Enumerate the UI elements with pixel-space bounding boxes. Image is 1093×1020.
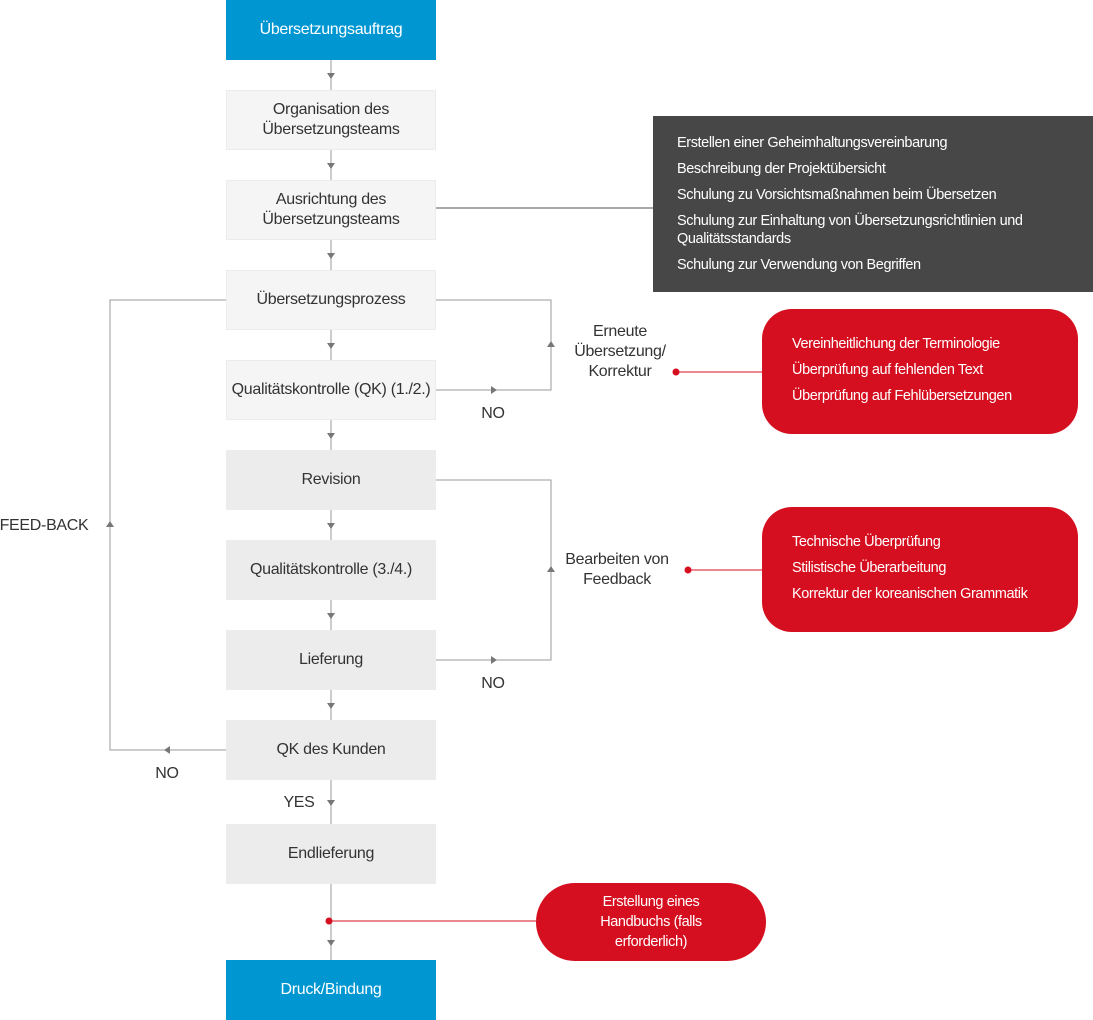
step-team-organisation: Organisation des Übersetzungsteams (226, 90, 436, 150)
feedback-notes: Technische Überprüfung Stilistische Über… (762, 507, 1078, 632)
step-team-alignment: Ausrichtung des Übersetzungsteams (226, 180, 436, 240)
no-label: NO (155, 765, 179, 782)
arrow-down-icon (327, 253, 335, 259)
note-item: Stilistische Überarbeitung (792, 560, 947, 576)
arrow-down-icon (327, 613, 335, 619)
step-qc-3-4: Qualitätskontrolle (3./4.) (226, 540, 436, 600)
arrow-down-icon (327, 163, 335, 169)
retranslate-label: Erneute Übersetzung/ Korrektur (574, 323, 666, 380)
note-item: Schulung zur Verwendung von Begriffen (677, 257, 921, 273)
arrow-down-icon (327, 800, 335, 806)
no-label: NO (481, 405, 505, 422)
note-item: Beschreibung der Projektübersicht (677, 161, 886, 177)
note-item: Überprüfung auf fehlenden Text (792, 362, 983, 378)
step-qc-1-2: Qualitätskontrolle (QK) (1./2.) (226, 360, 436, 420)
arrow-left-icon (164, 746, 170, 754)
arrow-down-icon (327, 523, 335, 529)
no-label: NO (481, 675, 505, 692)
connector-dot (684, 566, 692, 574)
edit-feedback-label: Bearbeiten von Feedback (565, 551, 669, 588)
arrow-down-icon (327, 433, 335, 439)
connector-dot (325, 917, 333, 925)
retranslate-notes: Vereinheitlichung der Terminologie Überp… (762, 309, 1078, 434)
note-item: Schulung zu Vorsichtsmaßnahmen beim Über… (677, 187, 997, 203)
note-item: Vereinheitlichung der Terminologie (792, 336, 1000, 352)
arrow-right-icon (491, 386, 497, 394)
step-translation-order: Übersetzungsauftrag (226, 0, 436, 60)
note-item: Korrektur der koreanischen Grammatik (792, 586, 1028, 602)
note-item: Schulung zur Einhaltung von Übersetzungs… (677, 213, 1023, 247)
note-item: Überprüfung auf Fehlübersetzungen (792, 388, 1012, 404)
step-client-qc: QK des Kunden (226, 720, 436, 780)
step-print-binding: Druck/Bindung (226, 960, 436, 1020)
feedback-label: FEED-BACK (0, 517, 89, 534)
note-item: Erstellen einer Geheimhaltungsvereinbaru… (677, 135, 948, 151)
yes-label: YES (283, 794, 315, 811)
note-item: Technische Überprüfung (792, 534, 941, 550)
team-alignment-notes: Erstellen einer Geheimhaltungsvereinbaru… (653, 116, 1093, 292)
arrow-down-icon (327, 73, 335, 79)
arrow-up-icon (106, 521, 114, 527)
step-final-delivery: Endlieferung (226, 824, 436, 884)
arrow-down-icon (327, 940, 335, 946)
step-translation-process: Übersetzungsprozess (226, 270, 436, 330)
arrow-up-icon (547, 341, 555, 347)
arrow-right-icon (491, 656, 497, 664)
manual-note: Erstellung eines Handbuchs (falls erford… (536, 883, 766, 961)
arrow-down-icon (327, 343, 335, 349)
step-revision: Revision (226, 450, 436, 510)
step-delivery: Lieferung (226, 630, 436, 690)
arrow-down-icon (327, 703, 335, 709)
